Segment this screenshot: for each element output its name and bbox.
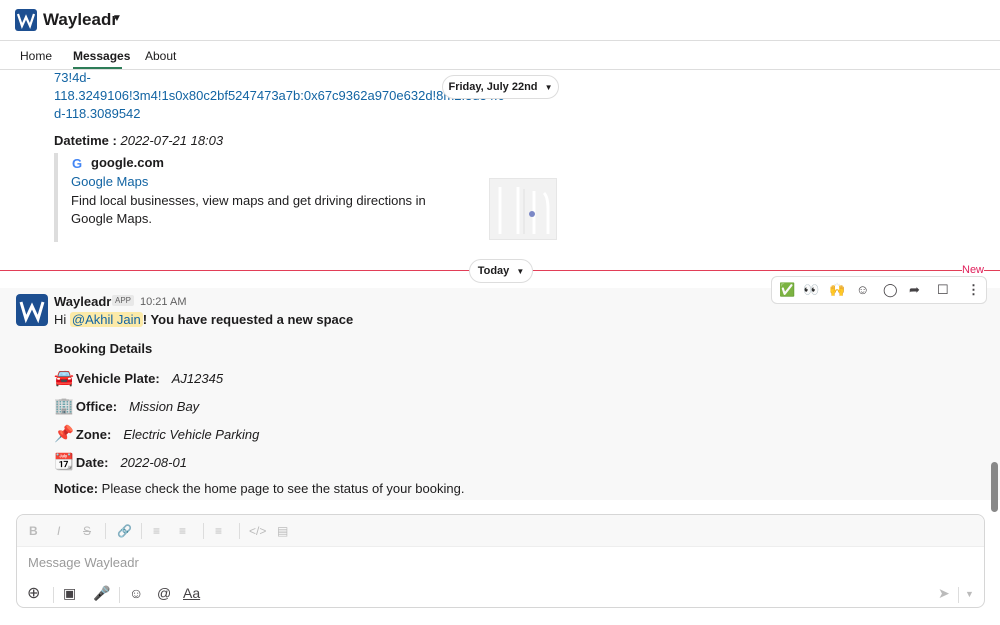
greeting-suffix: ! You have requested a new space xyxy=(142,312,354,327)
car-icon: 🚘 xyxy=(54,370,74,387)
toolbar-divider xyxy=(203,523,204,539)
mention-icon[interactable]: @ xyxy=(157,585,171,601)
add-attachment-icon[interactable]: ⊕ xyxy=(27,583,40,603)
google-icon: G xyxy=(72,156,83,171)
message-time[interactable]: 10:21 AM xyxy=(140,296,186,308)
pushpin-icon: 📌 xyxy=(54,426,74,443)
top-bar: Wayleadr ▼ xyxy=(0,0,1000,41)
tab-bar: Home Messages About xyxy=(0,41,1000,70)
field-label: Office: xyxy=(75,399,118,414)
office-building-icon: 🏢 xyxy=(54,398,74,415)
field-label: Vehicle Plate: xyxy=(75,371,160,386)
strikethrough-icon[interactable]: S xyxy=(83,524,91,538)
more-actions-icon[interactable]: ⋮ xyxy=(967,282,980,298)
video-icon[interactable]: ▣ xyxy=(63,585,76,602)
app-logo xyxy=(15,9,37,31)
map-link[interactable]: 73!4d- xyxy=(54,70,91,85)
chevron-down-icon: ▼ xyxy=(544,83,553,92)
field-date: 📆 Date: 2022-08-01 xyxy=(54,452,187,472)
toolbar-divider xyxy=(141,523,142,539)
message-input[interactable]: Message Wayleadr xyxy=(28,555,139,570)
greeting-prefix: Hi xyxy=(54,312,70,327)
notice-label: Notice: xyxy=(54,481,99,496)
new-label: New xyxy=(962,264,985,276)
date-pill-label: Friday, July 22nd xyxy=(448,81,538,93)
preview-site: google.com xyxy=(91,155,164,170)
add-reaction-icon[interactable]: ☺ xyxy=(856,282,869,297)
section-title: Booking Details xyxy=(54,341,153,356)
preview-title[interactable]: Google Maps xyxy=(71,174,148,189)
message-list[interactable]: 73!4d- 118.3249106!3m4!1s0x80c2bf5247473… xyxy=(0,70,1000,500)
blockquote-icon[interactable]: ≡ xyxy=(215,524,222,538)
chevron-down-icon[interactable]: ▼ xyxy=(112,13,122,24)
user-mention[interactable]: @Akhil Jain xyxy=(69,312,143,327)
field-value: Electric Vehicle Parking xyxy=(123,427,260,442)
notice-line: Notice: Please check the home page to se… xyxy=(54,481,464,496)
map-link[interactable]: d-118.3089542 xyxy=(54,106,141,121)
datetime-label: Datetime : xyxy=(54,133,117,148)
datetime-line: Datetime : 2022-07-21 18:03 xyxy=(54,133,223,148)
microphone-icon[interactable]: 🎤 xyxy=(93,585,110,602)
field-zone: 📌 Zone: Electric Vehicle Parking xyxy=(54,424,259,444)
share-icon[interactable]: ➦ xyxy=(909,282,920,298)
chevron-down-icon: ▼ xyxy=(516,267,525,276)
avatar[interactable] xyxy=(16,294,48,326)
field-office: 🏢 Office: Mission Bay xyxy=(54,396,199,416)
field-value: AJ12345 xyxy=(171,371,224,386)
tab-messages[interactable]: Messages xyxy=(73,49,130,63)
field-vehicle-plate: 🚘 Vehicle Plate: AJ12345 xyxy=(54,368,223,388)
emoji-icon[interactable]: ☺ xyxy=(129,585,143,601)
date-pill-today[interactable]: Today ▼ xyxy=(469,259,533,283)
datetime-value: 2022-07-21 18:03 xyxy=(120,133,224,148)
notice-text: Please check the home page to see the st… xyxy=(98,481,465,496)
code-icon[interactable]: </> xyxy=(249,524,266,538)
scrollbar-thumb[interactable] xyxy=(991,462,998,512)
toolbar-divider xyxy=(53,587,54,603)
text-formatting-toggle[interactable]: Aa xyxy=(183,585,200,601)
tab-home[interactable]: Home xyxy=(20,49,52,63)
toolbar-divider xyxy=(105,523,106,539)
bookmark-icon[interactable]: ☐ xyxy=(937,282,949,298)
app-badge: APP xyxy=(112,295,135,306)
field-label: Date: xyxy=(75,455,109,470)
date-pill-label: Today xyxy=(477,265,510,277)
active-tab-indicator xyxy=(73,67,122,69)
message-actions-toolbar: ✅ 👀 🙌 ☺ ◯ ➦ ☐ ⋮ xyxy=(771,276,987,304)
reply-thread-icon[interactable]: ◯ xyxy=(883,282,898,298)
calendar-icon: 📆 xyxy=(54,454,74,471)
map-thumbnail[interactable] xyxy=(489,178,557,240)
toolbar-divider xyxy=(958,587,959,603)
field-label: Zone: xyxy=(75,427,112,442)
toolbar-divider xyxy=(119,587,120,603)
bulleted-list-icon[interactable]: ≡ xyxy=(179,524,186,538)
code-block-icon[interactable]: ▤ xyxy=(277,524,288,538)
date-pill-past[interactable]: Friday, July 22nd ▼ xyxy=(442,75,559,99)
greeting-line: Hi @Akhil Jain! You have requested a new… xyxy=(54,312,353,327)
eyes-reaction-icon[interactable]: 👀 xyxy=(803,282,819,298)
sender-name[interactable]: Wayleadr xyxy=(54,294,111,309)
send-options-chevron-icon[interactable]: ▼ xyxy=(965,589,974,599)
tab-about[interactable]: About xyxy=(145,49,176,63)
check-mark-reaction-icon[interactable]: ✅ xyxy=(779,282,795,298)
send-icon[interactable]: ➤ xyxy=(938,585,950,602)
preview-description: Find local businesses, view maps and get… xyxy=(71,193,426,226)
app-title[interactable]: Wayleadr xyxy=(43,10,118,30)
ordered-list-icon[interactable]: ≡ xyxy=(153,524,160,538)
formatting-toolbar: B I S 🔗 ≡ ≡ ≡ </> ▤ xyxy=(17,515,984,547)
field-value: 2022-08-01 xyxy=(120,455,187,470)
raised-hands-reaction-icon[interactable]: 🙌 xyxy=(829,282,845,298)
field-value: Mission Bay xyxy=(129,399,200,414)
italic-icon[interactable]: I xyxy=(57,524,60,538)
link-icon[interactable]: 🔗 xyxy=(117,524,132,538)
toolbar-divider xyxy=(239,523,240,539)
composer-tools: ⊕ ▣ 🎤 ☺ @ Aa ➤ ▼ xyxy=(17,581,984,607)
message-composer: B I S 🔗 ≡ ≡ ≡ </> ▤ Message Wayleadr ⊕ ▣… xyxy=(16,514,985,608)
bold-icon[interactable]: B xyxy=(29,524,38,538)
link-preview: G google.com Google Maps Find local busi… xyxy=(54,153,557,242)
